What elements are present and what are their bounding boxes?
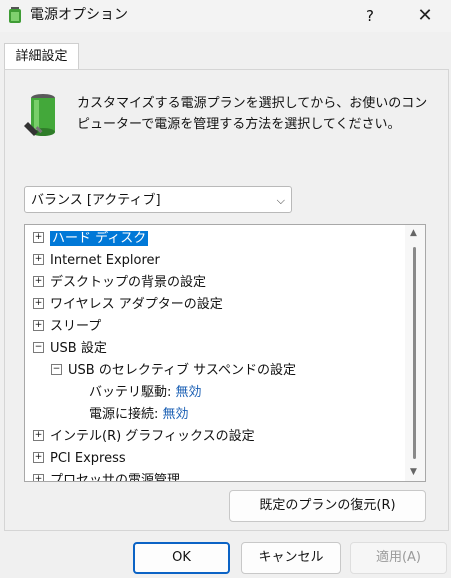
tree-item-pci-express[interactable]: + PCI Express	[33, 448, 126, 470]
tree-item-on-battery[interactable]: バッテリ駆動: 無効	[89, 382, 202, 404]
setting-value-link[interactable]: 無効	[163, 407, 189, 422]
help-button[interactable]: ?	[355, 4, 385, 28]
tree-item-label: スリープ	[50, 319, 102, 334]
expand-icon[interactable]: +	[33, 474, 44, 481]
battery-plug-icon	[24, 94, 55, 136]
instruction-text: カスタマイズする電源プランを選択してから、お使いのコンピューターで電源を管理する…	[77, 96, 428, 132]
tree-item-plugged-in[interactable]: 電源に接続: 無効	[89, 404, 189, 426]
tree-item-label: PCI Express	[50, 451, 126, 466]
tree-item-intel-graphics[interactable]: + インテル(R) グラフィックスの設定	[33, 426, 255, 448]
tree-item-label: USB のセレクティブ サスペンドの設定	[68, 363, 297, 378]
setting-value-link[interactable]: 無効	[176, 385, 202, 400]
setting-label: バッテリ駆動:	[89, 385, 172, 400]
tree-item-label: インテル(R) グラフィックスの設定	[50, 429, 255, 444]
title-bar: 電源オプション ? ✕	[0, 0, 451, 32]
expand-icon[interactable]: +	[33, 452, 44, 463]
scroll-thumb[interactable]	[413, 247, 416, 459]
power-options-icon	[9, 7, 21, 23]
expand-icon[interactable]: +	[33, 298, 44, 309]
collapse-icon[interactable]: −	[33, 342, 44, 353]
tree-item-internet-explorer[interactable]: + Internet Explorer	[33, 250, 160, 272]
tree-item-usb-selective-suspend[interactable]: − USB のセレクティブ サスペンドの設定	[51, 360, 296, 382]
settings-tree[interactable]: + ハード ディスク + Internet Explorer + デスクトップの背景の…	[24, 224, 426, 482]
tree-item-wireless-adapter[interactable]: + ワイヤレス アダプターの設定	[33, 294, 223, 316]
tree-item-processor-power[interactable]: + プロセッサの電源管理	[33, 470, 181, 482]
expand-icon[interactable]: +	[33, 320, 44, 331]
tree-item-hard-disk[interactable]: + ハード ディスク	[33, 228, 149, 250]
expand-icon[interactable]: +	[33, 276, 44, 287]
tree-scrollbar[interactable]: ▲ ▼	[405, 225, 425, 481]
tree-item-label: ハード ディスク	[50, 231, 149, 246]
scroll-down-arrow-icon[interactable]: ▼	[410, 467, 417, 477]
tree-item-usb-settings[interactable]: − USB 設定	[33, 338, 107, 360]
power-plan-value: バランス [アクティブ]	[31, 193, 161, 208]
window-title: 電源オプション	[30, 7, 128, 23]
chevron-down-icon: ⌵	[276, 194, 285, 207]
expand-icon[interactable]: +	[33, 430, 44, 441]
expand-icon[interactable]: +	[33, 232, 44, 243]
expand-icon[interactable]: +	[33, 254, 44, 265]
tab-advanced-settings[interactable]: 詳細設定	[4, 43, 79, 71]
scroll-up-arrow-icon[interactable]: ▲	[410, 228, 417, 238]
cancel-button[interactable]: キャンセル	[241, 542, 341, 574]
setting-label: 電源に接続:	[89, 407, 159, 422]
tree-item-label: デスクトップの背景の設定	[50, 275, 207, 290]
close-button[interactable]: ✕	[405, 2, 445, 30]
tree-item-desktop-background[interactable]: + デスクトップの背景の設定	[33, 272, 206, 294]
restore-defaults-button[interactable]: 既定のプランの復元(R)	[229, 490, 426, 522]
tree-item-sleep[interactable]: + スリープ	[33, 316, 101, 338]
collapse-icon[interactable]: −	[51, 364, 62, 375]
tree-item-label: USB 設定	[50, 341, 107, 356]
tree-item-label: Internet Explorer	[50, 253, 160, 268]
apply-button[interactable]: 適用(A)	[350, 542, 447, 574]
tree-item-label: ワイヤレス アダプターの設定	[50, 297, 223, 312]
tree-item-label: プロセッサの電源管理	[50, 473, 181, 482]
ok-button[interactable]: OK	[133, 542, 230, 574]
power-plan-dropdown[interactable]: バランス [アクティブ] ⌵	[24, 186, 292, 213]
